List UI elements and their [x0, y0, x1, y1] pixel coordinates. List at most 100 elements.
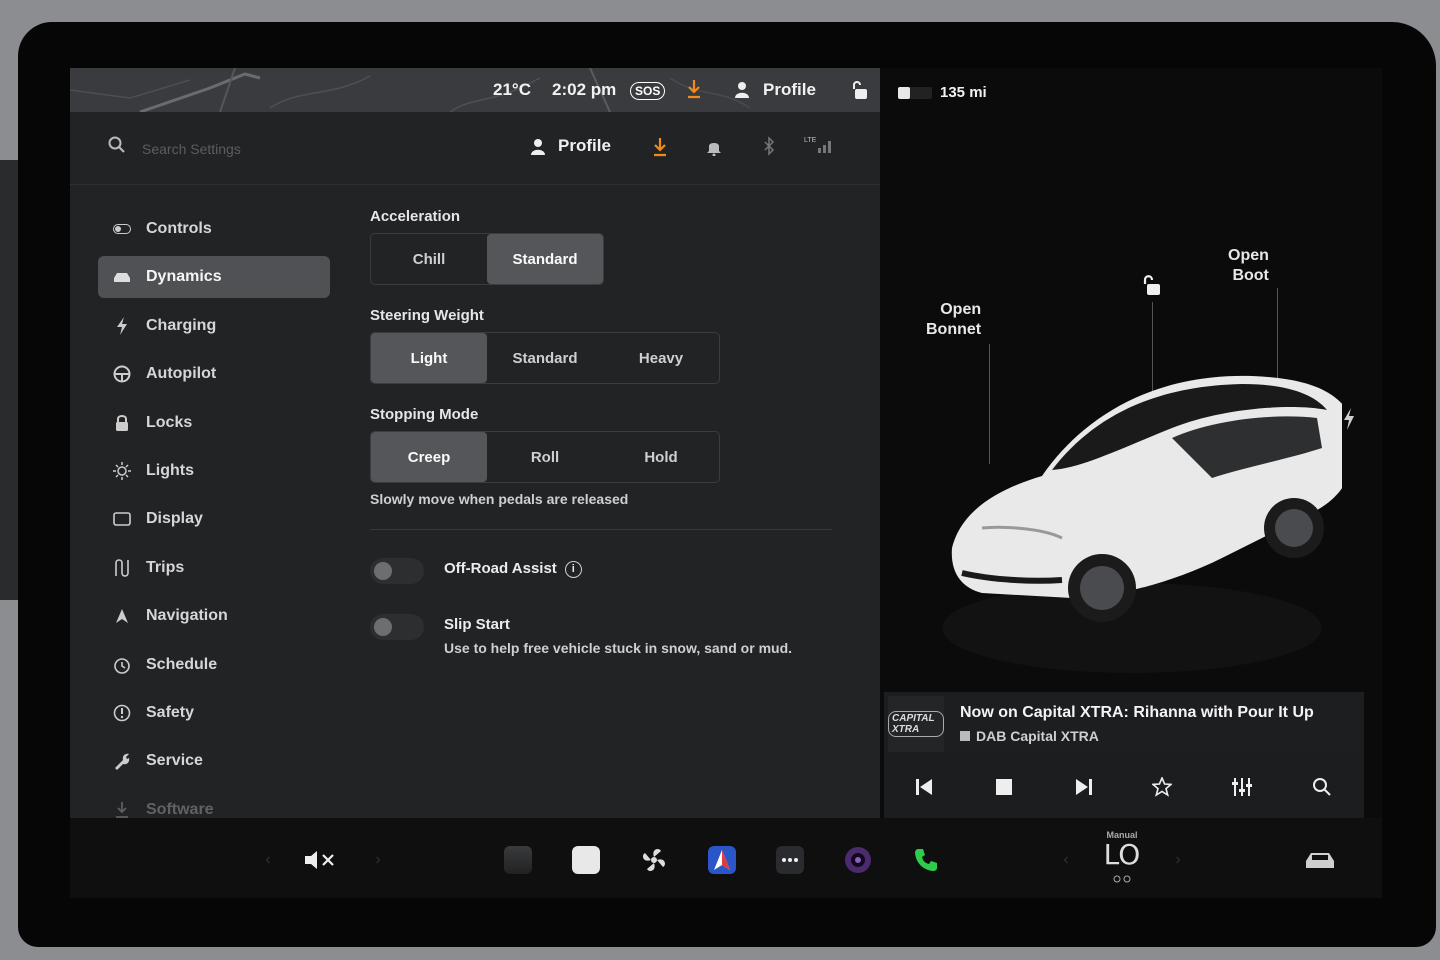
- camera-icon: [845, 847, 871, 873]
- steering-option-heavy[interactable]: Heavy: [603, 333, 719, 383]
- charge-port-bolt-icon[interactable]: [1342, 408, 1356, 435]
- sidebar-item-service[interactable]: Service: [98, 740, 330, 782]
- app-more-button[interactable]: [768, 840, 812, 880]
- open-bonnet-button[interactable]: Open Bonnet: [926, 300, 981, 340]
- next-icon: [1076, 779, 1092, 795]
- acceleration-label: Acceleration: [370, 208, 461, 225]
- temp-up-chevron-icon[interactable]: ›: [1156, 840, 1200, 880]
- now-playing[interactable]: CAPITAL XTRA Now on Capital XTRA: Rihann…: [884, 692, 1364, 754]
- app-phone-button[interactable]: [904, 840, 948, 880]
- volume-down-chevron-icon[interactable]: ‹: [246, 840, 290, 880]
- info-icon[interactable]: i: [564, 560, 582, 578]
- search-settings-input[interactable]: [140, 134, 424, 164]
- sidebar-item-charging[interactable]: Charging: [98, 305, 330, 347]
- stopping-option-roll[interactable]: Roll: [487, 432, 603, 482]
- dab-icon: [960, 731, 970, 741]
- clock-time: 2:02 pm: [552, 80, 617, 99]
- bolt-icon: [112, 316, 132, 336]
- equalizer-button[interactable]: [1222, 770, 1262, 804]
- stopping-option-creep[interactable]: Creep: [371, 432, 487, 482]
- sidebar-item-trips[interactable]: Trips: [98, 547, 330, 589]
- stopping-option-hold[interactable]: Hold: [603, 432, 719, 482]
- unlock-icon[interactable]: [1140, 274, 1162, 301]
- section-divider: [370, 529, 832, 530]
- station-logo-text: CAPITAL XTRA: [888, 711, 944, 737]
- sidebar-item-label: Dynamics: [146, 268, 222, 286]
- sidebar-item-controls[interactable]: Controls: [98, 208, 330, 250]
- sidebar-item-locks[interactable]: Locks: [98, 402, 330, 444]
- sidebar-item-label: Trips: [146, 558, 185, 576]
- download-icon[interactable]: [652, 136, 668, 163]
- toggle-knob: [374, 618, 392, 636]
- off-road-assist-label: Off-Road Assist i: [444, 560, 582, 578]
- sidebar-item-display[interactable]: Display: [98, 498, 330, 540]
- mute-icon: [305, 851, 334, 869]
- next-track-button[interactable]: [1064, 770, 1104, 804]
- toybox-icon: [504, 846, 532, 874]
- media-search-button[interactable]: [1302, 770, 1342, 804]
- app-calendar-button[interactable]: [564, 840, 608, 880]
- steering-option-standard[interactable]: Standard: [487, 333, 603, 383]
- map-strip[interactable]: 21°C 2:02 pm SOS Profile: [70, 68, 880, 112]
- app-camera-button[interactable]: [836, 840, 880, 880]
- steering-weight-label: Steering Weight: [370, 307, 484, 324]
- trips-icon: [112, 558, 132, 578]
- steering-weight-selector: Light Standard Heavy: [370, 332, 720, 384]
- stop-button[interactable]: [984, 770, 1024, 804]
- calendar-icon: [572, 846, 600, 874]
- equalizer-icon: [1232, 778, 1252, 796]
- range-value: 135 mi: [940, 84, 987, 101]
- sidebar-item-label: Display: [146, 510, 203, 528]
- slip-start-label: Slip Start: [444, 616, 510, 633]
- volume-mute-button[interactable]: [298, 840, 342, 880]
- sidebar-item-label: Safety: [146, 703, 195, 721]
- settings-sidebar: Controls Dynamics Charging Autopilot Loc…: [98, 208, 330, 818]
- header-profile-button[interactable]: Profile: [558, 136, 611, 156]
- sidebar-item-label: Service: [146, 752, 203, 770]
- cabin-temperature: LO: [1103, 838, 1141, 871]
- seat-heat-icon: [1113, 875, 1131, 883]
- toggle-knob: [374, 562, 392, 580]
- app-navigation-button[interactable]: [700, 840, 744, 880]
- sidebar-item-safety[interactable]: Safety: [98, 692, 330, 734]
- sidebar-item-software[interactable]: Software: [98, 789, 330, 818]
- navigation-icon: [112, 606, 132, 626]
- stopping-mode-selector: Creep Roll Hold: [370, 431, 720, 483]
- car-button[interactable]: [1298, 840, 1342, 880]
- navigation-app-icon: [708, 846, 736, 874]
- slip-start-toggle[interactable]: [370, 614, 424, 640]
- acceleration-option-standard[interactable]: Standard: [487, 234, 603, 284]
- slip-start-row: Slip Start Use to help free vehicle stuc…: [370, 612, 850, 668]
- climate-control[interactable]: Manual LO: [1090, 830, 1154, 888]
- lte-label: LTE: [804, 137, 817, 144]
- dynamics-settings: Acceleration Chill Standard Steering Wei…: [370, 208, 850, 668]
- previous-track-button[interactable]: [904, 770, 944, 804]
- favorite-button[interactable]: [1142, 770, 1182, 804]
- previous-icon: [916, 779, 932, 795]
- off-road-assist-toggle[interactable]: [370, 558, 424, 584]
- steering-option-light[interactable]: Light: [371, 333, 487, 383]
- open-boot-button[interactable]: Open Boot: [1228, 246, 1269, 286]
- sidebar-item-dynamics[interactable]: Dynamics: [98, 256, 330, 299]
- temp-down-chevron-icon[interactable]: ‹: [1044, 840, 1088, 880]
- off-road-assist-text: Off-Road Assist: [444, 560, 557, 577]
- sidebar-item-autopilot[interactable]: Autopilot: [98, 353, 330, 395]
- app-fan-button[interactable]: [632, 840, 676, 880]
- acceleration-option-chill[interactable]: Chill: [371, 234, 487, 284]
- sidebar-item-label: Locks: [146, 413, 193, 431]
- off-road-assist-row: Off-Road Assist i: [370, 556, 850, 612]
- status-profile-label[interactable]: Profile: [763, 80, 816, 100]
- app-toybox-button[interactable]: [496, 840, 540, 880]
- bluetooth-icon[interactable]: [762, 136, 776, 161]
- sidebar-item-navigation[interactable]: Navigation: [98, 595, 330, 637]
- sidebar-item-label: Controls: [146, 220, 212, 237]
- volume-up-chevron-icon[interactable]: ›: [356, 840, 400, 880]
- car-icon: [112, 267, 132, 287]
- bell-icon[interactable]: [706, 138, 722, 161]
- light-icon: [112, 461, 132, 481]
- sidebar-item-schedule[interactable]: Schedule: [98, 644, 330, 686]
- touchscreen: 21°C 2:02 pm SOS Profile Profile: [70, 68, 1382, 898]
- search-icon: [1313, 778, 1331, 796]
- open-boot-line2: Boot: [1232, 267, 1269, 284]
- sidebar-item-lights[interactable]: Lights: [98, 450, 330, 492]
